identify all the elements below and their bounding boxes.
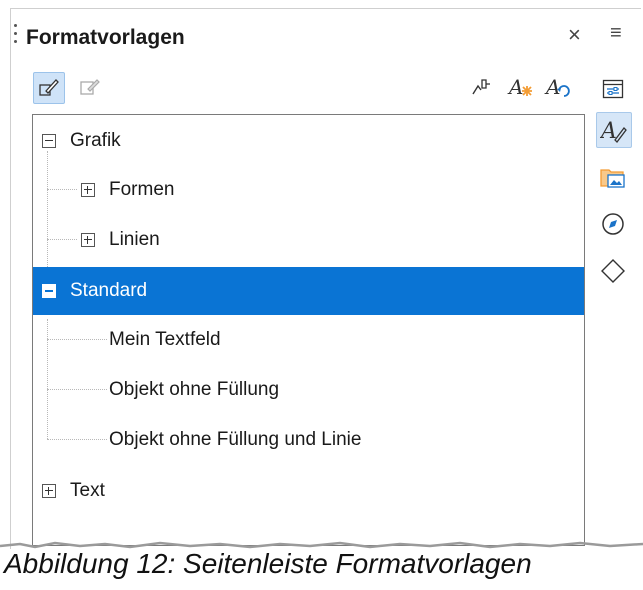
tree-item-objekt-ohne-fuellung[interactable]: Objekt ohne Füllung <box>33 366 584 414</box>
shapes-icon[interactable] <box>596 254 630 288</box>
svg-text:A: A <box>507 75 523 99</box>
new-style-from-selection-disabled-icon[interactable] <box>75 72 105 102</box>
close-button[interactable]: × <box>568 22 581 48</box>
new-style-icon[interactable]: A <box>505 72 535 102</box>
tree-item-label: Objekt ohne Füllung und Linie <box>109 429 362 450</box>
tree-item-standard[interactable]: Standard <box>33 267 584 315</box>
tree-item-formen[interactable]: Formen <box>33 166 584 214</box>
fill-format-mode-icon[interactable] <box>33 72 65 104</box>
figure-caption: Abbildung 12: Seitenleiste Formatvorlage… <box>4 548 532 579</box>
drag-grip[interactable] <box>14 24 18 52</box>
expand-icon[interactable] <box>81 233 95 247</box>
tree-item-mein-textfeld[interactable]: Mein Textfeld <box>33 316 584 364</box>
expand-icon[interactable] <box>42 484 56 498</box>
tree-item-label: Grafik <box>70 130 121 151</box>
tree-item-linien[interactable]: Linien <box>33 216 584 264</box>
tree-item-label: Standard <box>70 280 148 301</box>
tree-item-label: Text <box>70 480 105 501</box>
svg-text:A: A <box>544 75 560 99</box>
expand-icon[interactable] <box>81 183 95 197</box>
tree-item-label: Formen <box>109 179 175 200</box>
tree-item-label: Objekt ohne Füllung <box>109 379 280 400</box>
styles-icon[interactable]: A <box>596 112 632 148</box>
update-style-icon[interactable]: A <box>542 72 572 102</box>
tree-item-label: Mein Textfeld <box>109 329 221 350</box>
tree-item-grafik[interactable]: Grafik <box>33 117 584 165</box>
properties-icon[interactable] <box>596 72 630 106</box>
deck-menu-button[interactable]: ≡ <box>610 22 622 45</box>
tree-item-text[interactable]: Text <box>33 467 584 515</box>
tree-item-objekt-ohne-fuellung-und-linie[interactable]: Objekt ohne Füllung und Linie <box>33 416 584 464</box>
collapse-icon[interactable] <box>42 284 56 298</box>
styles-tree[interactable]: Grafik Formen Linien Standard Mein Textf… <box>32 114 585 546</box>
panel-title: Formatvorlagen <box>26 26 185 49</box>
tree-item-label: Linien <box>109 229 160 250</box>
gallery-icon[interactable] <box>596 160 630 194</box>
fill-format-icon[interactable] <box>467 72 497 102</box>
collapse-icon[interactable] <box>42 134 56 148</box>
navigator-icon[interactable] <box>596 207 630 241</box>
